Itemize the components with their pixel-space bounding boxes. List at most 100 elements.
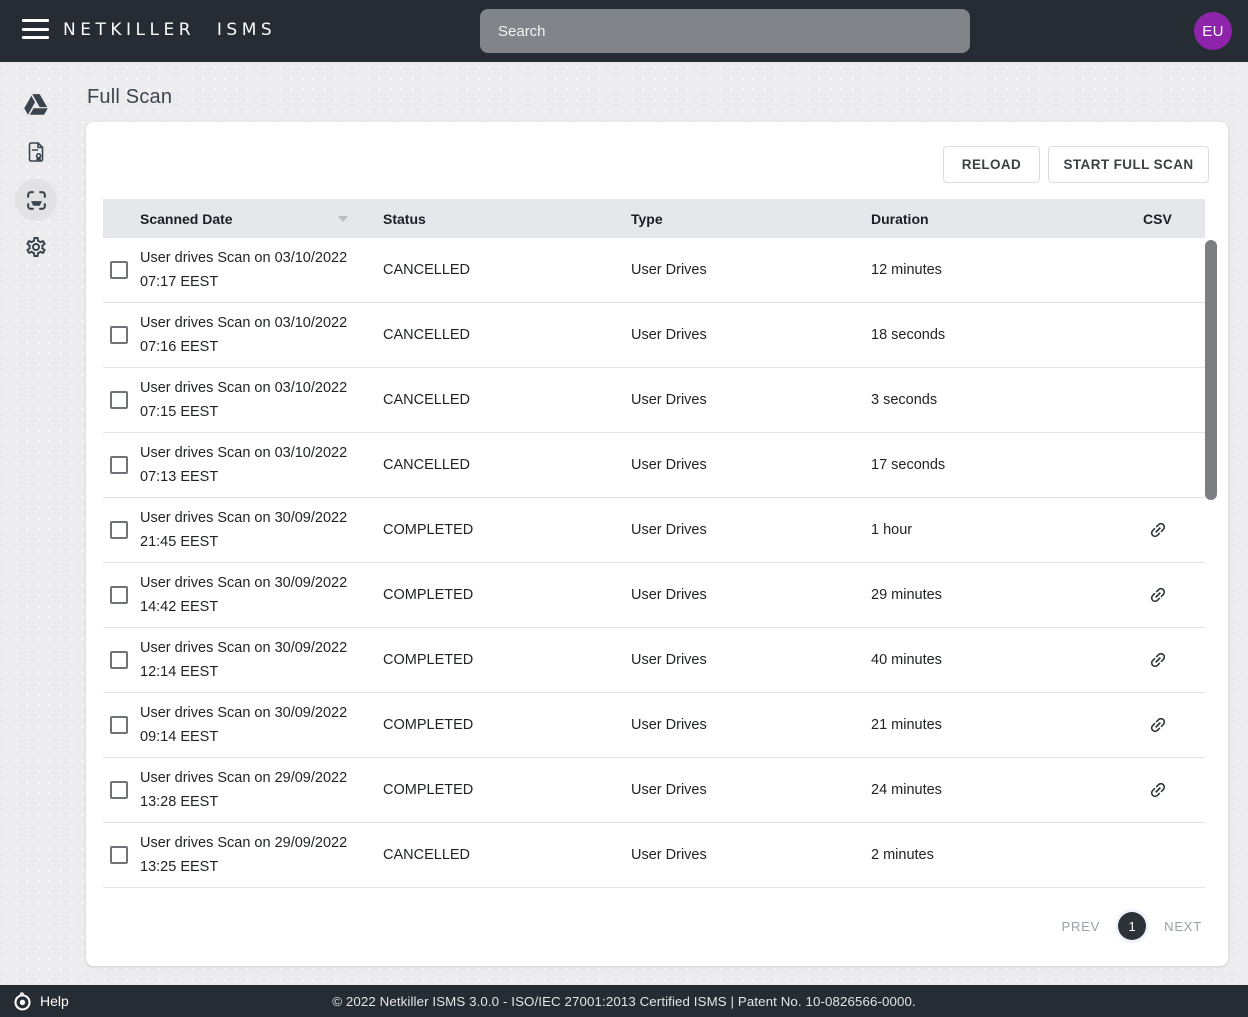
- row-scanned-date: User drives Scan on 03/10/2022 07:17 EES…: [140, 250, 348, 290]
- csv-link[interactable]: [1148, 715, 1168, 735]
- sidebar-item-drive[interactable]: [23, 92, 49, 123]
- csv-link[interactable]: [1148, 650, 1168, 670]
- copyright-text: © 2022 Netkiller ISMS 3.0.0 - ISO/IEC 27…: [332, 993, 916, 1009]
- user-avatar[interactable]: EU: [1194, 12, 1232, 50]
- table-row: User drives Scan on 29/09/2022 13:28 EES…: [103, 758, 1205, 823]
- next-page-button[interactable]: NEXT: [1164, 919, 1202, 934]
- row-duration: 18 seconds: [871, 327, 946, 343]
- row-scanned-date: User drives Scan on 30/09/2022 21:45 EES…: [140, 510, 348, 550]
- sidebar-item-settings[interactable]: [24, 235, 48, 264]
- row-duration: 17 seconds: [871, 457, 946, 473]
- row-type: User Drives: [631, 392, 707, 408]
- row-type: User Drives: [631, 782, 707, 798]
- row-duration: 2 minutes: [871, 847, 934, 863]
- row-checkbox[interactable]: [110, 261, 128, 279]
- row-duration: 12 minutes: [871, 262, 942, 278]
- table-row: User drives Scan on 30/09/2022 09:14 EES…: [103, 693, 1205, 758]
- row-status: COMPLETED: [383, 782, 474, 798]
- row-type: User Drives: [631, 457, 707, 473]
- row-type: User Drives: [631, 652, 707, 668]
- row-scanned-date: User drives Scan on 30/09/2022 12:14 EES…: [140, 640, 348, 680]
- app-header: NETKILLER ISMS EU: [0, 0, 1248, 62]
- row-checkbox[interactable]: [110, 326, 128, 344]
- google-drive-icon: [24, 94, 48, 115]
- sort-desc-icon[interactable]: [338, 215, 348, 222]
- search-input[interactable]: [480, 9, 970, 53]
- table-row: User drives Scan on 03/10/2022 07:13 EES…: [103, 433, 1205, 498]
- current-page-button[interactable]: 1: [1118, 912, 1147, 940]
- reload-button[interactable]: RELOAD: [943, 146, 1040, 183]
- prev-page-button[interactable]: PREV: [1062, 919, 1101, 934]
- row-scanned-date: User drives Scan on 29/09/2022 13:28 EES…: [140, 770, 348, 810]
- app-screen: NETKILLER ISMS EU: [0, 0, 1248, 1017]
- pagination: PREV 1 NEXT: [1062, 912, 1202, 940]
- row-checkbox[interactable]: [110, 521, 128, 539]
- row-type: User Drives: [631, 327, 707, 343]
- row-type: User Drives: [631, 847, 707, 863]
- link-icon: [1150, 522, 1166, 538]
- column-header-status: Status: [383, 210, 426, 227]
- table-row: User drives Scan on 29/09/2022 13:25 EES…: [103, 823, 1205, 888]
- help-button[interactable]: Help: [12, 991, 69, 1012]
- csv-link[interactable]: [1148, 520, 1168, 540]
- table-row: User drives Scan on 30/09/2022 21:45 EES…: [103, 498, 1205, 563]
- row-checkbox[interactable]: [110, 716, 128, 734]
- row-scanned-date: User drives Scan on 29/09/2022 13:25 EES…: [140, 835, 348, 875]
- row-duration: 40 minutes: [871, 652, 942, 668]
- row-type: User Drives: [631, 522, 707, 538]
- row-checkbox[interactable]: [110, 846, 128, 864]
- row-status: CANCELLED: [383, 847, 471, 863]
- link-icon: [1150, 652, 1166, 668]
- row-type: User Drives: [631, 262, 707, 278]
- row-checkbox[interactable]: [110, 456, 128, 474]
- row-status: CANCELLED: [383, 327, 471, 343]
- row-scanned-date: User drives Scan on 03/10/2022 07:15 EES…: [140, 380, 348, 420]
- row-checkbox[interactable]: [110, 391, 128, 409]
- row-status: CANCELLED: [383, 262, 471, 278]
- table-row: User drives Scan on 03/10/2022 07:17 EES…: [103, 238, 1205, 303]
- certificate-document-icon: [28, 142, 44, 162]
- app-footer: Help © 2022 Netkiller ISMS 3.0.0 - ISO/I…: [0, 985, 1248, 1017]
- link-icon: [1150, 717, 1166, 733]
- row-type: User Drives: [631, 717, 707, 733]
- scan-table-body: User drives Scan on 03/10/2022 07:17 EES…: [103, 238, 1205, 888]
- row-scanned-date: User drives Scan on 03/10/2022 07:16 EES…: [140, 315, 348, 355]
- row-type: User Drives: [631, 587, 707, 603]
- help-label: Help: [40, 993, 69, 1009]
- column-header-csv: CSV: [1143, 210, 1172, 227]
- hamburger-menu-icon[interactable]: [22, 19, 49, 43]
- table-scrollbar: [1205, 238, 1217, 888]
- csv-link[interactable]: [1148, 585, 1168, 605]
- row-status: CANCELLED: [383, 392, 471, 408]
- row-duration: 3 seconds: [871, 392, 938, 408]
- csv-link[interactable]: [1148, 780, 1168, 800]
- sidebar-item-full-scan[interactable]: [15, 179, 57, 221]
- row-checkbox[interactable]: [110, 586, 128, 604]
- sidebar-item-certificates[interactable]: [24, 140, 48, 169]
- row-checkbox[interactable]: [110, 781, 128, 799]
- row-duration: 29 minutes: [871, 587, 942, 603]
- help-support-icon: [14, 991, 31, 1010]
- scrollbar-thumb[interactable]: [1205, 240, 1217, 500]
- row-status: COMPLETED: [383, 587, 474, 603]
- app-logo: NETKILLER ISMS: [63, 20, 277, 40]
- row-duration: 1 hour: [871, 522, 913, 538]
- row-scanned-date: User drives Scan on 30/09/2022 09:14 EES…: [140, 705, 348, 745]
- column-header-scanned-date[interactable]: Scanned Date: [103, 211, 383, 227]
- row-status: COMPLETED: [383, 717, 474, 733]
- table-row: User drives Scan on 03/10/2022 07:15 EES…: [103, 368, 1205, 433]
- page-title: Full Scan: [87, 86, 173, 108]
- table-header-row: Scanned Date Status Type Duration CSV: [103, 199, 1205, 238]
- scanner-icon: [26, 190, 46, 210]
- row-duration: 21 minutes: [871, 717, 942, 733]
- link-icon: [1150, 782, 1166, 798]
- row-scanned-date: User drives Scan on 03/10/2022 07:13 EES…: [140, 445, 348, 485]
- table-row: User drives Scan on 30/09/2022 14:42 EES…: [103, 563, 1205, 628]
- row-checkbox[interactable]: [110, 651, 128, 669]
- row-status: COMPLETED: [383, 522, 474, 538]
- start-full-scan-button[interactable]: START FULL SCAN: [1048, 146, 1209, 183]
- column-header-duration: Duration: [871, 210, 929, 227]
- column-header-type: Type: [631, 210, 663, 227]
- table-row: User drives Scan on 03/10/2022 07:16 EES…: [103, 303, 1205, 368]
- link-icon: [1150, 587, 1166, 603]
